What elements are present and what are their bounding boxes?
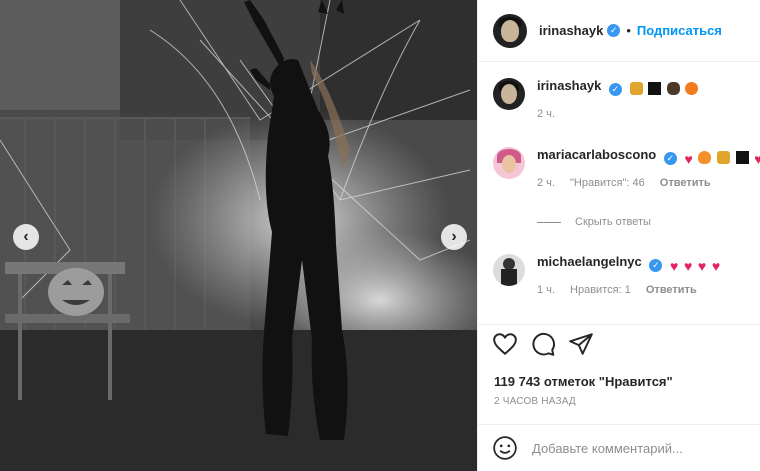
comments-list[interactable]: irinashayk ✓ 2 ч. mariacarlaboscono ✓ ♥ … (478, 62, 760, 324)
author-avatar[interactable] (493, 13, 527, 48)
commenter-avatar[interactable] (493, 254, 525, 286)
heart-emoji-icon: ♥ (684, 151, 693, 168)
fire-emoji-icon (698, 151, 712, 165)
monkey-emoji-icon (666, 82, 680, 96)
black-square-emoji-icon (735, 151, 749, 165)
black-square-emoji-icon (648, 82, 662, 96)
emoji-smile-icon[interactable] (492, 435, 518, 461)
comment-icon[interactable] (530, 331, 556, 357)
comment-username[interactable]: irinashayk (537, 78, 601, 93)
hide-replies-label: Скрыть ответы (575, 216, 651, 228)
comment-emojis: ♥ ♥ (684, 149, 760, 168)
comment-emojis: ♥ ♥ ♥ ♥ (670, 256, 722, 275)
heart-icon[interactable] (492, 331, 518, 357)
cat-emoji-icon (629, 82, 643, 96)
comment-meta: 2 ч. "Нравится": 46 Ответить (537, 177, 760, 189)
post-sidebar: irinashayk ✓ • Подписаться irinashayk ✓ (477, 0, 760, 471)
separator: • (626, 23, 631, 38)
divider-line (537, 221, 561, 223)
reply-button[interactable]: Ответить (660, 177, 711, 189)
comment-text: irinashayk ✓ (537, 78, 700, 96)
chevron-right-icon: › (451, 228, 457, 245)
caption-comment: irinashayk ✓ 2 ч. (493, 78, 700, 120)
share-icon[interactable] (568, 331, 594, 357)
action-icons (492, 331, 606, 357)
comment-item: michaelangelnyc ✓ ♥ ♥ ♥ ♥ 1 ч. Нравится:… (493, 254, 722, 296)
comment-text: mariacarlaboscono ✓ ♥ ♥ (537, 147, 760, 168)
likes-count[interactable]: 119 743 отметок "Нравится" (494, 374, 673, 389)
commenter-avatar[interactable] (493, 147, 525, 179)
comment-item: mariacarlaboscono ✓ ♥ ♥ 2 ч. "Нравится":… (493, 147, 760, 189)
comment-input[interactable] (532, 440, 732, 456)
comment-username[interactable]: michaelangelnyc (537, 254, 642, 269)
reply-button[interactable]: Ответить (646, 284, 697, 296)
comment-time[interactable]: 2 ч. (537, 108, 555, 120)
comment-meta: 2 ч. (537, 108, 700, 120)
pumpkin-emoji-icon (685, 82, 699, 96)
post-photo[interactable]: ‹ › (0, 0, 477, 471)
chevron-left-icon: ‹ (23, 228, 29, 245)
verified-badge-icon: ✓ (649, 259, 663, 272)
add-comment-bar (478, 424, 760, 471)
next-photo-button[interactable]: › (441, 224, 467, 250)
hide-replies-button[interactable]: Скрыть ответы (537, 216, 651, 228)
follow-button[interactable]: Подписаться (637, 23, 722, 38)
heart-emoji-icon: ♥ (683, 258, 693, 275)
heart-emoji-icon: ♥ (711, 258, 721, 275)
commenter-avatar[interactable] (493, 78, 525, 110)
instagram-post: ‹ › irinashayk ✓ • Подписаться irinashay… (0, 0, 760, 471)
comment-time[interactable]: 1 ч. (537, 284, 555, 296)
verified-badge-icon: ✓ (607, 24, 621, 37)
halloween-photo (0, 0, 477, 471)
author-username[interactable]: irinashayk (539, 23, 603, 38)
comment-likes[interactable]: Нравится: 1 (570, 284, 631, 296)
cat-emoji-icon (717, 151, 731, 165)
comment-emojis (629, 80, 701, 96)
comment-username[interactable]: mariacarlaboscono (537, 147, 656, 162)
comment-meta: 1 ч. Нравится: 1 Ответить (537, 284, 722, 296)
previous-photo-button[interactable]: ‹ (13, 224, 39, 250)
comment-time[interactable]: 2 ч. (537, 177, 555, 189)
post-actions: 119 743 отметок "Нравится" 2 ЧАСОВ НАЗАД (478, 324, 760, 407)
comment-likes[interactable]: "Нравится": 46 (570, 177, 645, 189)
post-header: irinashayk ✓ • Подписаться (478, 0, 760, 62)
post-timestamp[interactable]: 2 ЧАСОВ НАЗАД (494, 396, 576, 407)
comment-text: michaelangelnyc ✓ ♥ ♥ ♥ ♥ (537, 254, 722, 275)
verified-badge-icon: ✓ (608, 83, 622, 96)
heart-emoji-icon: ♥ (670, 258, 679, 275)
heart-emoji-icon: ♥ (697, 258, 707, 275)
heart-emoji-icon: ♥ (754, 151, 760, 168)
verified-badge-icon: ✓ (663, 152, 677, 165)
